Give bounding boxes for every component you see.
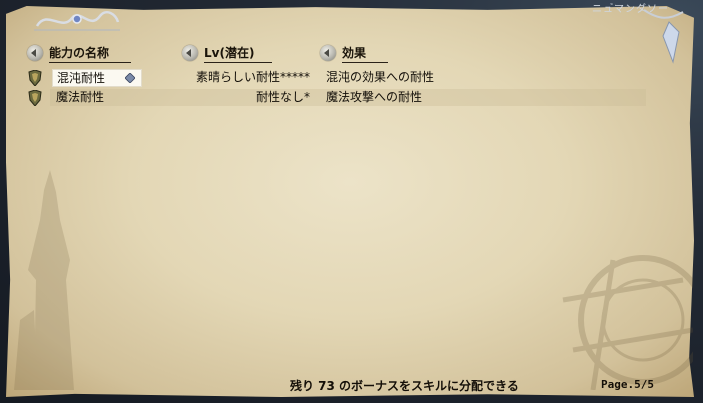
- column-header-level[interactable]: Lv(潜在): [182, 44, 272, 63]
- sort-arrow-icon[interactable]: [182, 45, 198, 61]
- skill-row[interactable]: 魔法耐性 耐性なし* 魔法攻撃への耐性: [28, 89, 646, 106]
- bonus-points-text: 残り 73 のボーナスをスキルに分配できる: [290, 379, 519, 393]
- skill-row[interactable]: 混沌耐性 素晴らしい耐性***** 混沌の効果への耐性: [28, 69, 628, 87]
- column-header-name[interactable]: 能力の名称: [27, 44, 131, 63]
- sort-arrow-icon[interactable]: [320, 45, 336, 61]
- column-header-name-label: 能力の名称: [49, 44, 131, 63]
- skill-effect: 魔法攻撃への耐性: [326, 90, 423, 104]
- skill-name-label: 混沌耐性: [57, 71, 106, 85]
- wheel-watermark-icon: [562, 255, 693, 390]
- skill-effect: 混沌の効果への耐性: [326, 70, 435, 84]
- corner-caption: ニュ゙マンダソー: [592, 4, 669, 15]
- skill-level: 素晴らしい耐性*****: [195, 70, 310, 84]
- select-diamond-icon: [125, 73, 135, 83]
- skill-name-label: 魔法耐性: [56, 90, 105, 104]
- shield-icon: [28, 70, 42, 86]
- skill-name-selected[interactable]: 混沌耐性: [52, 69, 142, 87]
- page-indicator[interactable]: Page.5/5: [601, 378, 654, 391]
- column-header-effect[interactable]: 効果: [320, 44, 388, 63]
- skill-level: 耐性なし*: [255, 90, 310, 104]
- column-header-effect-label: 効果: [342, 44, 388, 63]
- sort-arrow-icon[interactable]: [27, 45, 43, 61]
- corner-ornament-icon: [34, 11, 120, 31]
- shield-icon: [28, 90, 42, 106]
- skill-name[interactable]: 魔法耐性: [52, 89, 108, 105]
- skill-window: ニュ゙マンダソー 能力の名称 Lv(潜在) 効果 混沌耐性 素晴らしい耐性***…: [0, 0, 703, 403]
- column-header-level-label: Lv(潜在): [204, 44, 272, 63]
- tower-watermark-icon: [14, 170, 74, 390]
